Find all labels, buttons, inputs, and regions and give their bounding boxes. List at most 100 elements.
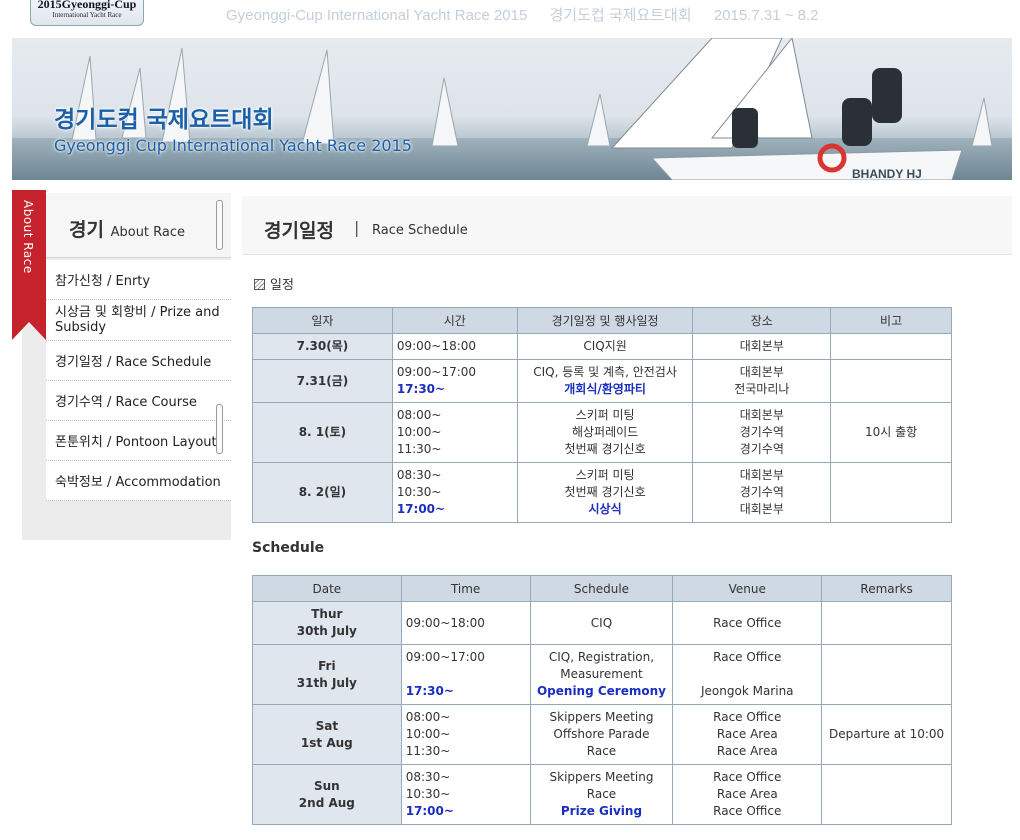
sidebar-item-label: 경기수역 / Race Course (55, 395, 197, 410)
venue-line: 경기수역 (739, 485, 784, 499)
row-date: 8. 2(일) (252, 462, 393, 523)
date-line: Sat (315, 718, 339, 733)
venue-line: 대회본부 (739, 408, 784, 422)
venue-line: 대회본부 (739, 502, 784, 516)
venue-line: Jeongok Marina (701, 684, 794, 698)
date-line: Sun (313, 778, 340, 793)
top-title-kr: 경기도컵 국제요트대회 (549, 7, 692, 24)
row-time: 08:00~ 10:00~ 11:30~ (391, 402, 518, 463)
event-line: 해상퍼레이드 (571, 425, 639, 439)
venue-line: Race Office (713, 770, 782, 784)
event-line-highlight: 시상식 (588, 502, 622, 516)
event-line: Race (586, 744, 617, 758)
event-line: Measurement (560, 667, 643, 681)
banner-title: 경기도컵 국제요트대회 Gyeonggi Cup International Y… (54, 100, 412, 155)
row-event: 스키퍼 미팅 첫번째 경기신호 시상식 (516, 462, 694, 523)
row-time: 08:30~ 10:30~ 17:00~ (391, 462, 518, 523)
row-date: 7.31(금) (252, 359, 393, 403)
banner-title-en: Gyeonggi Cup International Yacht Race 20… (54, 136, 412, 155)
table-header: Date (252, 575, 402, 602)
time-line: 08:30~ (396, 468, 442, 482)
sidebar-item-entry[interactable]: 참가신청 / Enrty (46, 260, 231, 300)
date-line: 2nd Aug (298, 795, 355, 810)
banner-title-kr: 경기도컵 국제요트대회 (54, 107, 274, 133)
section-heading-kr-text: 일정 (270, 278, 294, 293)
row-time: 08:30~ 10:30~ 17:00~ (400, 764, 531, 825)
top-title-en: Gyeonggi-Cup International Yacht Race 20… (226, 7, 528, 24)
row-venue: 대회본부 경기수역 대회본부 (692, 462, 832, 523)
table-header: 시간 (391, 307, 518, 334)
row-event: CIQ지원 (516, 333, 694, 360)
event-line: Skippers Meeting (549, 710, 654, 724)
time-line: 09:00~17:00 (405, 650, 485, 664)
event-line-highlight: Opening Ceremony (536, 684, 666, 698)
table-header: 비고 (830, 307, 952, 334)
event-line-highlight: Prize Giving (560, 804, 643, 818)
venue-line: Race Area (716, 787, 778, 801)
sidebar-item-prize[interactable]: 시상금 및 회항비 / Prize and Subsidy (46, 300, 231, 341)
event-line: 첫번째 경기신호 (564, 485, 646, 499)
time-line: 11:30~ (405, 744, 451, 758)
row-event: CIQ, Registration, Measurement Opening C… (529, 644, 674, 705)
sidebar-item-race-schedule[interactable]: 경기일정 / Race Schedule (46, 341, 231, 381)
row-note (821, 601, 952, 645)
top-tagline: Gyeonggi-Cup International Yacht Race 20… (226, 4, 837, 25)
event-line: Race (586, 787, 617, 801)
row-venue: 대회본부 (692, 333, 832, 360)
venue-line: Race Office (713, 804, 782, 818)
venue-spacer (673, 666, 821, 683)
sidebar-item-race-course[interactable]: 경기수역 / Race Course (46, 381, 231, 421)
event-logo[interactable]: 2015Gyeonggi-Cup International Yacht Rac… (30, 0, 144, 26)
event-line: 스키퍼 미팅 (575, 468, 635, 482)
time-line: 09:00~17:00 (396, 365, 477, 379)
date-line: Thur (311, 607, 343, 621)
time-line: 08:00~ (396, 408, 442, 422)
sidebar-scroll-track[interactable] (216, 404, 223, 454)
table-row: Fri 31th July 09:00~17:00 17:30~ CIQ, Re… (252, 644, 952, 705)
venue-line: 대회본부 (739, 339, 784, 353)
row-event: Skippers Meeting Offshore Parade Race (529, 704, 674, 765)
table-header: 일자 (252, 307, 393, 334)
row-note (821, 644, 952, 705)
table-row: 8. 1(토) 08:00~ 10:00~ 11:30~ 스키퍼 미팅 해상퍼레… (252, 402, 952, 463)
event-line: CIQ, 등록 및 계측, 안전검사 (533, 365, 677, 379)
event-line: Skippers Meeting (549, 770, 654, 784)
sidebar-menu: 참가신청 / Enrty 시상금 및 회항비 / Prize and Subsi… (46, 260, 231, 501)
row-note: Departure at 10:00 (821, 704, 952, 765)
row-note (830, 462, 952, 523)
table-header: 경기일정 및 행사일정 (516, 307, 694, 334)
row-venue: 대회본부 전국마리나 (692, 359, 832, 403)
time-line-highlight: 17:00~ (405, 804, 454, 818)
venue-line: 경기수역 (739, 442, 784, 456)
date-line: 31th July (296, 675, 357, 690)
sidebar-ribbon-tab: About Race (12, 190, 46, 340)
row-time: 09:00~17:00 17:30~ (391, 359, 518, 403)
row-note: 10시 출항 (830, 402, 952, 463)
row-event: 스키퍼 미팅 해상퍼레이드 첫번째 경기신호 (516, 402, 694, 463)
table-row: Sat 1st Aug 08:00~ 10:00~ 11:30~ Skipper… (252, 704, 952, 765)
table-row: 8. 2(일) 08:30~ 10:30~ 17:00~ 스키퍼 미팅 첫번째 … (252, 462, 952, 523)
sidebar-item-accommodation[interactable]: 숙박정보 / Accommodation (46, 461, 231, 501)
venue-line: 대회본부 (739, 365, 784, 379)
sidebar-heading: 경기 About Race (46, 193, 231, 258)
table-header: Venue (672, 575, 823, 602)
row-date: Sat 1st Aug (252, 704, 402, 765)
time-line: 09:00~18:00 (396, 339, 477, 353)
sidebar-item-pontoon[interactable]: 폰툰위치 / Pontoon Layout (46, 421, 231, 461)
row-note (830, 359, 952, 403)
venue-line: Race Area (716, 727, 778, 741)
sidebar-scroll-handle[interactable] (216, 200, 223, 250)
row-venue: Race Office (672, 601, 823, 645)
row-venue: Race Office Race Area Race Area (672, 704, 823, 765)
row-venue: 대회본부 경기수역 경기수역 (692, 402, 832, 463)
section-heading-kr: 일정 (254, 274, 294, 293)
time-line-highlight: 17:30~ (396, 382, 446, 396)
event-line-highlight: 개회식/환영파티 (564, 382, 646, 396)
table-header: Time (400, 575, 531, 602)
page-header: 경기일정 | Race Schedule (242, 196, 1012, 255)
hero-banner: BHANDY HJ 경기도컵 국제요트대회 Gyeonggi Cup Inter… (12, 38, 1012, 180)
event-line: 첫번째 경기신호 (564, 442, 646, 456)
event-line: Offshore Parade (553, 727, 650, 741)
sidebar-item-label: 시상금 및 회항비 / Prize and Subsidy (55, 305, 220, 335)
time-line: 09:00~18:00 (405, 615, 485, 630)
